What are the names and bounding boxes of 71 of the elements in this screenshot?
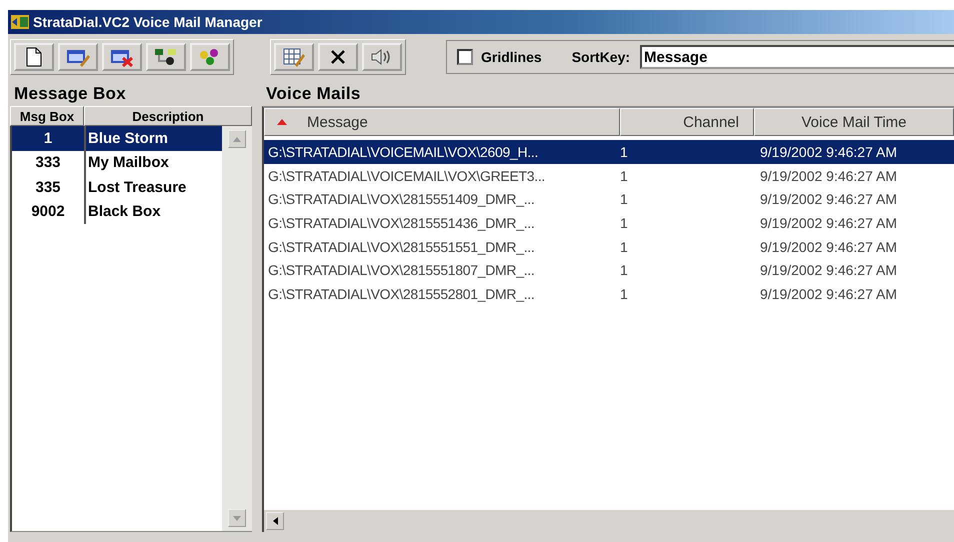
voice-mail-time: 9/19/2002 9:46:27 AM: [759, 214, 898, 231]
column-header[interactable]: Description: [84, 106, 252, 126]
channel-number: 1: [620, 191, 629, 208]
delete-calendar-icon: [110, 47, 134, 67]
edit-calendar-icon: [66, 47, 90, 67]
column-header[interactable]: Msg Box: [10, 106, 84, 126]
channel-number: 1: [620, 168, 629, 184]
scroll-left-button[interactable]: [266, 512, 284, 530]
channel-number: 1: [620, 262, 629, 278]
voice-mail-time: 9/19/2002 9:46:27 AM: [759, 262, 898, 278]
column-label: Channel: [683, 114, 739, 130]
voice-mail-time: 9/19/2002 9:46:27 AM: [759, 238, 898, 255]
voice-mail-row[interactable]: G:\STRATADIAL\VOX\2815551436_DMR_... 1 9/19/2002 9:46:27 AM: [264, 211, 954, 235]
voice-mail-row[interactable]: G:\STRATADIAL\VOICEMAIL\VOX\GREET3... 1 9/19/2002 9:46:27 AM: [264, 164, 954, 188]
voice-mail-row[interactable]: G:\STRATADIAL\VOX\2815551409_DMR_... 1 9/19/2002 9:46:27 AM: [264, 187, 954, 212]
new-button[interactable]: [14, 43, 54, 71]
channel-number: 1: [620, 286, 629, 302]
grid-edit-button[interactable]: [274, 43, 314, 71]
play-button[interactable]: [362, 43, 402, 71]
window-title: StrataDial.VC2 Voice Mail Manager: [33, 14, 262, 30]
message-path: G:\STRATADIAL\VOICEMAIL\VOX\GREET3...: [267, 168, 546, 184]
edit-button[interactable]: [58, 43, 98, 71]
gridlines-checkbox[interactable]: [457, 49, 473, 65]
channel-number: 1: [620, 144, 629, 160]
message-path: G:\STRATADIAL\VOX\2815551436_DMR_...: [267, 214, 536, 231]
voice-mail-row[interactable]: G:\STRATADIAL\VOICEMAIL\VOX\2609_H... 1 9/19/2002 9:46:27 AM: [264, 140, 954, 164]
down-arrow-icon: [233, 516, 241, 520]
voice-mail-time: 9/19/2002 9:46:27 AM: [759, 191, 898, 208]
horizontal-scrollbar[interactable]: [264, 509, 954, 532]
close-icon: [329, 48, 347, 66]
sortkey-field[interactable]: Message: [640, 45, 954, 69]
voice-mails-heading: Voice Mails: [265, 83, 362, 104]
mailbox-number[interactable]: 333: [12, 150, 86, 175]
document-icon: [26, 47, 42, 67]
left-arrow-icon: [272, 517, 278, 525]
voice-mail-row[interactable]: G:\STRATADIAL\VOX\2815551807_DMR_... 1 9/19/2002 9:46:27 AM: [264, 258, 954, 282]
message-box-heading: Message Box: [13, 83, 127, 104]
voice-mail-time: 9/19/2002 9:46:27 AM: [759, 286, 898, 302]
message-path: G:\STRATADIAL\VOX\2815551807_DMR_...: [267, 262, 536, 278]
network-icon: [154, 47, 178, 67]
mailbox-description[interactable]: Lost Treasure: [86, 175, 222, 200]
up-arrow-icon: [233, 136, 241, 142]
channel-number: 1: [620, 214, 629, 231]
connect-button[interactable]: [146, 43, 186, 71]
channel-number: 1: [620, 238, 629, 255]
voice-mail-time: 9/19/2002 9:46:27 AM: [759, 144, 898, 160]
delete-button[interactable]: [102, 43, 142, 71]
grid-edit-icon: [282, 47, 306, 67]
column-header[interactable]: Voice Mail Time: [754, 108, 954, 136]
mailbox-number[interactable]: 335: [12, 175, 86, 200]
voice-mail-row[interactable]: G:\STRATADIAL\VOX\2815551551_DMR_... 1 9/19/2002 9:46:27 AM: [264, 234, 954, 258]
message-path: G:\STRATADIAL\VOX\2815551409_DMR_...: [267, 191, 536, 208]
column-label: Voice Mail Time: [801, 114, 907, 130]
voice-mail-row[interactable]: G:\STRATADIAL\VOX\2815552801_DMR_... 1 9/19/2002 9:46:27 AM: [264, 282, 954, 306]
mailbox-number[interactable]: 1: [12, 126, 86, 150]
message-path: G:\STRATADIAL\VOX\2815552801_DMR_...: [267, 286, 536, 302]
message-path: G:\STRATADIAL\VOICEMAIL\VOX\2609_H...: [267, 144, 540, 160]
voice-mail-time: 9/19/2002 9:46:27 AM: [759, 168, 898, 184]
message-path: G:\STRATADIAL\VOX\2815551551_DMR_...: [267, 238, 536, 255]
column-header[interactable]: Channel: [620, 108, 754, 136]
column-header[interactable]: Message: [264, 108, 620, 136]
column-label: Message: [307, 114, 368, 130]
group-button[interactable]: [190, 43, 230, 71]
app-icon: [11, 15, 29, 29]
mailbox-description[interactable]: My Mailbox: [86, 150, 222, 175]
sortkey-label: SortKey:: [572, 49, 630, 65]
gridlines-label: Gridlines: [481, 49, 542, 65]
mailbox-number[interactable]: 9002: [12, 200, 86, 224]
mailbox-description[interactable]: Blue Storm: [86, 126, 222, 150]
close-button[interactable]: [318, 43, 358, 71]
mailbox-description[interactable]: Black Box: [86, 200, 222, 224]
